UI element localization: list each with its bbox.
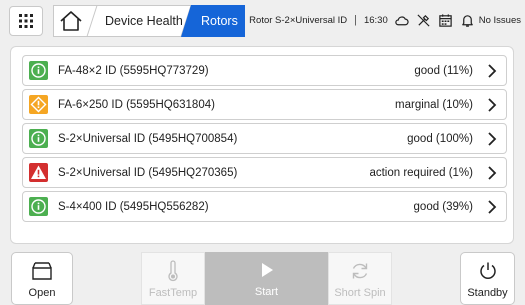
fasttemp-button[interactable]: FastTemp bbox=[141, 252, 205, 305]
chevron-right-icon[interactable] bbox=[487, 97, 497, 112]
rotor-row[interactable]: S-4×400 ID (5495HQ556282) good (39%) bbox=[22, 191, 507, 222]
short-spin-button[interactable]: Short Spin bbox=[328, 252, 392, 305]
rotor-health: good (100%) bbox=[407, 132, 473, 145]
thermometer-icon bbox=[162, 260, 184, 282]
calendar-icon[interactable] bbox=[438, 12, 454, 28]
rotor-health: marginal (10%) bbox=[395, 98, 473, 111]
rotor-row[interactable]: S-2×Universal ID (5495HQ700854) good (10… bbox=[22, 123, 507, 154]
open-label: Open bbox=[28, 287, 56, 299]
breadcrumb-rotors: Rotors bbox=[201, 14, 238, 28]
rotor-health: good (39%) bbox=[413, 200, 473, 213]
clock: 16:30 bbox=[363, 14, 388, 26]
cloud-icon[interactable] bbox=[394, 12, 410, 28]
power-icon bbox=[477, 260, 499, 282]
info-icon bbox=[29, 129, 48, 148]
play-icon bbox=[256, 259, 278, 281]
home-icon[interactable] bbox=[59, 10, 83, 32]
grid-icon bbox=[19, 14, 33, 28]
rotor-name: FA-48×2 ID (5595HQ773729) bbox=[58, 64, 209, 77]
chevron-right-icon[interactable] bbox=[487, 165, 497, 180]
bottom-toolbar: Open FastTemp Start Short Spin Standby bbox=[0, 252, 525, 305]
header: Device Health Rotors Rotor S-2×Universal… bbox=[0, 0, 525, 40]
rotor-name: S-2×Universal ID (5495HQ270365) bbox=[58, 166, 238, 179]
fasttemp-label: FastTemp bbox=[148, 287, 198, 299]
rotor-name: S-4×400 ID (5495HQ556282) bbox=[58, 200, 209, 213]
breadcrumb-device-health[interactable]: Device Health bbox=[105, 5, 183, 37]
issues-status[interactable]: No Issues bbox=[479, 15, 521, 26]
rotor-row[interactable]: S-2×Universal ID (5495HQ270365) action r… bbox=[22, 157, 507, 188]
standby-label: Standby bbox=[467, 287, 508, 299]
chevron-right-icon[interactable] bbox=[487, 131, 497, 146]
status-bar: Rotor S-2×Universal ID | 16:30 No Issues bbox=[249, 10, 521, 30]
breadcrumb: Device Health Rotors bbox=[53, 5, 253, 37]
tools-off-icon[interactable] bbox=[416, 12, 432, 28]
rotor-health: good (11%) bbox=[414, 64, 473, 77]
warning-diamond-icon bbox=[29, 95, 48, 114]
rotor-list-panel: FA-48×2 ID (5595HQ773729) good (11%) FA-… bbox=[10, 46, 514, 244]
alert-triangle-icon bbox=[29, 163, 48, 182]
refresh-icon bbox=[349, 260, 371, 282]
rotor-health: action required (1%) bbox=[369, 166, 473, 179]
rotor-row[interactable]: FA-6×250 ID (5595HQ631804) marginal (10%… bbox=[22, 89, 507, 120]
info-icon bbox=[29, 61, 48, 80]
current-rotor-label: Rotor S-2×Universal ID bbox=[249, 14, 348, 26]
tray-open-icon bbox=[31, 260, 53, 282]
info-icon bbox=[29, 197, 48, 216]
status-divider: | bbox=[354, 14, 357, 26]
chevron-right-icon[interactable] bbox=[487, 63, 497, 78]
rotor-name: S-2×Universal ID (5495HQ700854) bbox=[58, 132, 238, 145]
start-label: Start bbox=[254, 286, 279, 298]
open-button[interactable]: Open bbox=[11, 252, 73, 305]
app-menu-button[interactable] bbox=[9, 6, 43, 36]
rotor-name: FA-6×250 ID (5595HQ631804) bbox=[58, 98, 215, 111]
rotor-row[interactable]: FA-48×2 ID (5595HQ773729) good (11%) bbox=[22, 55, 507, 86]
short-spin-label: Short Spin bbox=[334, 287, 386, 299]
chevron-right-icon[interactable] bbox=[487, 199, 497, 214]
standby-button[interactable]: Standby bbox=[460, 252, 515, 305]
start-button[interactable]: Start bbox=[205, 252, 328, 305]
bell-icon[interactable] bbox=[460, 12, 476, 28]
